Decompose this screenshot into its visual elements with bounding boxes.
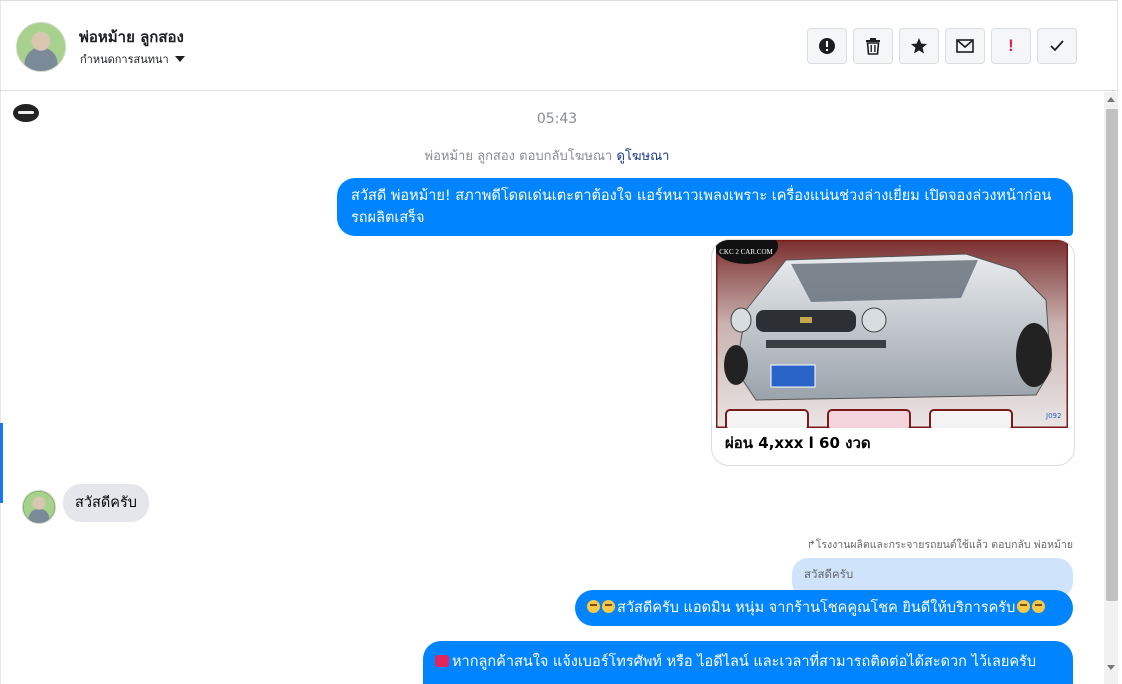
important-icon: ! <box>1008 36 1014 55</box>
done-button[interactable] <box>1037 28 1077 64</box>
outgoing-message[interactable]: หากลูกค้าสนใจ แจ้งเบอร์โทรศัพท์ หรือ ไอด… <box>423 641 1073 684</box>
conversation-header: พ่อหม้าย ลูกสอง กำหนดการสนทนา ! <box>0 1 1118 91</box>
incoming-message[interactable]: สวัสดีครับ <box>63 484 149 522</box>
outgoing-message[interactable]: สวัสดี พ่อหม้าย! สภาพดีโดดเด่นเตะตาต้องใ… <box>337 178 1073 236</box>
reply-notice: ↱โรงงานผลิตและกระจายรถยนต์ใช้แล้ว ตอบกลั… <box>807 536 1073 553</box>
active-indicator <box>0 423 3 503</box>
car-photo: CKC 2 CAR.COM J092 <box>716 240 1068 428</box>
smiley-icon <box>1017 600 1031 613</box>
reply-arrow-icon: ↱ <box>806 539 816 551</box>
image-code: J092 <box>1045 412 1061 420</box>
report-icon <box>819 38 835 54</box>
mark-unread-button[interactable] <box>945 28 985 64</box>
trash-icon <box>866 38 880 55</box>
product-card[interactable]: CKC 2 CAR.COM J092 ผ่อน 4,xxx l 60 งวด <box>711 239 1075 466</box>
product-image[interactable]: CKC 2 CAR.COM J092 <box>716 240 1068 428</box>
watermark-text: CKC 2 CAR.COM <box>719 248 773 256</box>
contact-avatar-small[interactable] <box>22 490 56 524</box>
report-button[interactable] <box>807 28 847 64</box>
message-thread[interactable]: 05:43 พ่อหม้าย ลูกสอง ตอบกลับโฆษณา ดูโฆษ… <box>0 92 1101 684</box>
product-card-title: ผ่อน 4,xxx l 60 งวด <box>725 434 871 452</box>
message-text: หากลูกค้าสนใจ แจ้งเบอร์โทรศัพท์ หรือ ไอด… <box>452 654 1037 670</box>
reply-notice-text: โรงงานผลิตและกระจายรถยนต์ใช้แล้ว ตอบกลับ… <box>815 539 1073 551</box>
message-text: สวัสดีครับ แอดมิน หนุ่ม จากร้านโชคคูณโชค… <box>617 600 1016 616</box>
conversation-actions: ! <box>807 28 1077 64</box>
chat-scrollbar[interactable] <box>1104 92 1118 684</box>
outgoing-message[interactable]: สวัสดีครับ แอดมิน หนุ่ม จากร้านโชคคูณโชค… <box>575 590 1073 626</box>
star-icon <box>911 38 927 54</box>
check-icon <box>1050 40 1064 52</box>
view-ad-link[interactable]: ดูโฆษณา <box>616 149 669 164</box>
smiley-icon <box>1032 600 1046 613</box>
smiley-icon <box>587 600 600 613</box>
scroll-down-icon[interactable] <box>1107 665 1115 670</box>
assign-conversation-dropdown[interactable]: กำหนดการสนทนา <box>80 50 185 68</box>
assign-conversation-label: กำหนดการสนทนา <box>80 53 169 66</box>
star-button[interactable] <box>899 28 939 64</box>
scrollbar-thumb[interactable] <box>1106 109 1118 601</box>
ad-reply-notice: พ่อหม้าย ลูกสอง ตอบกลับโฆษณา ดูโฆษณา <box>0 145 1094 166</box>
telephone-icon <box>435 655 449 667</box>
message-timestamp: 05:43 <box>536 111 578 127</box>
important-button[interactable]: ! <box>991 28 1031 64</box>
scroll-up-icon[interactable] <box>1107 97 1115 102</box>
smiley-icon <box>602 600 615 613</box>
contact-name[interactable]: พ่อหม้าย ลูกสอง <box>79 25 184 49</box>
chevron-down-icon <box>174 56 185 62</box>
ad-reply-text: พ่อหม้าย ลูกสอง ตอบกลับโฆษณา <box>424 149 613 164</box>
mail-icon <box>956 39 974 53</box>
delete-button[interactable] <box>853 28 893 64</box>
contact-avatar[interactable] <box>16 22 66 72</box>
